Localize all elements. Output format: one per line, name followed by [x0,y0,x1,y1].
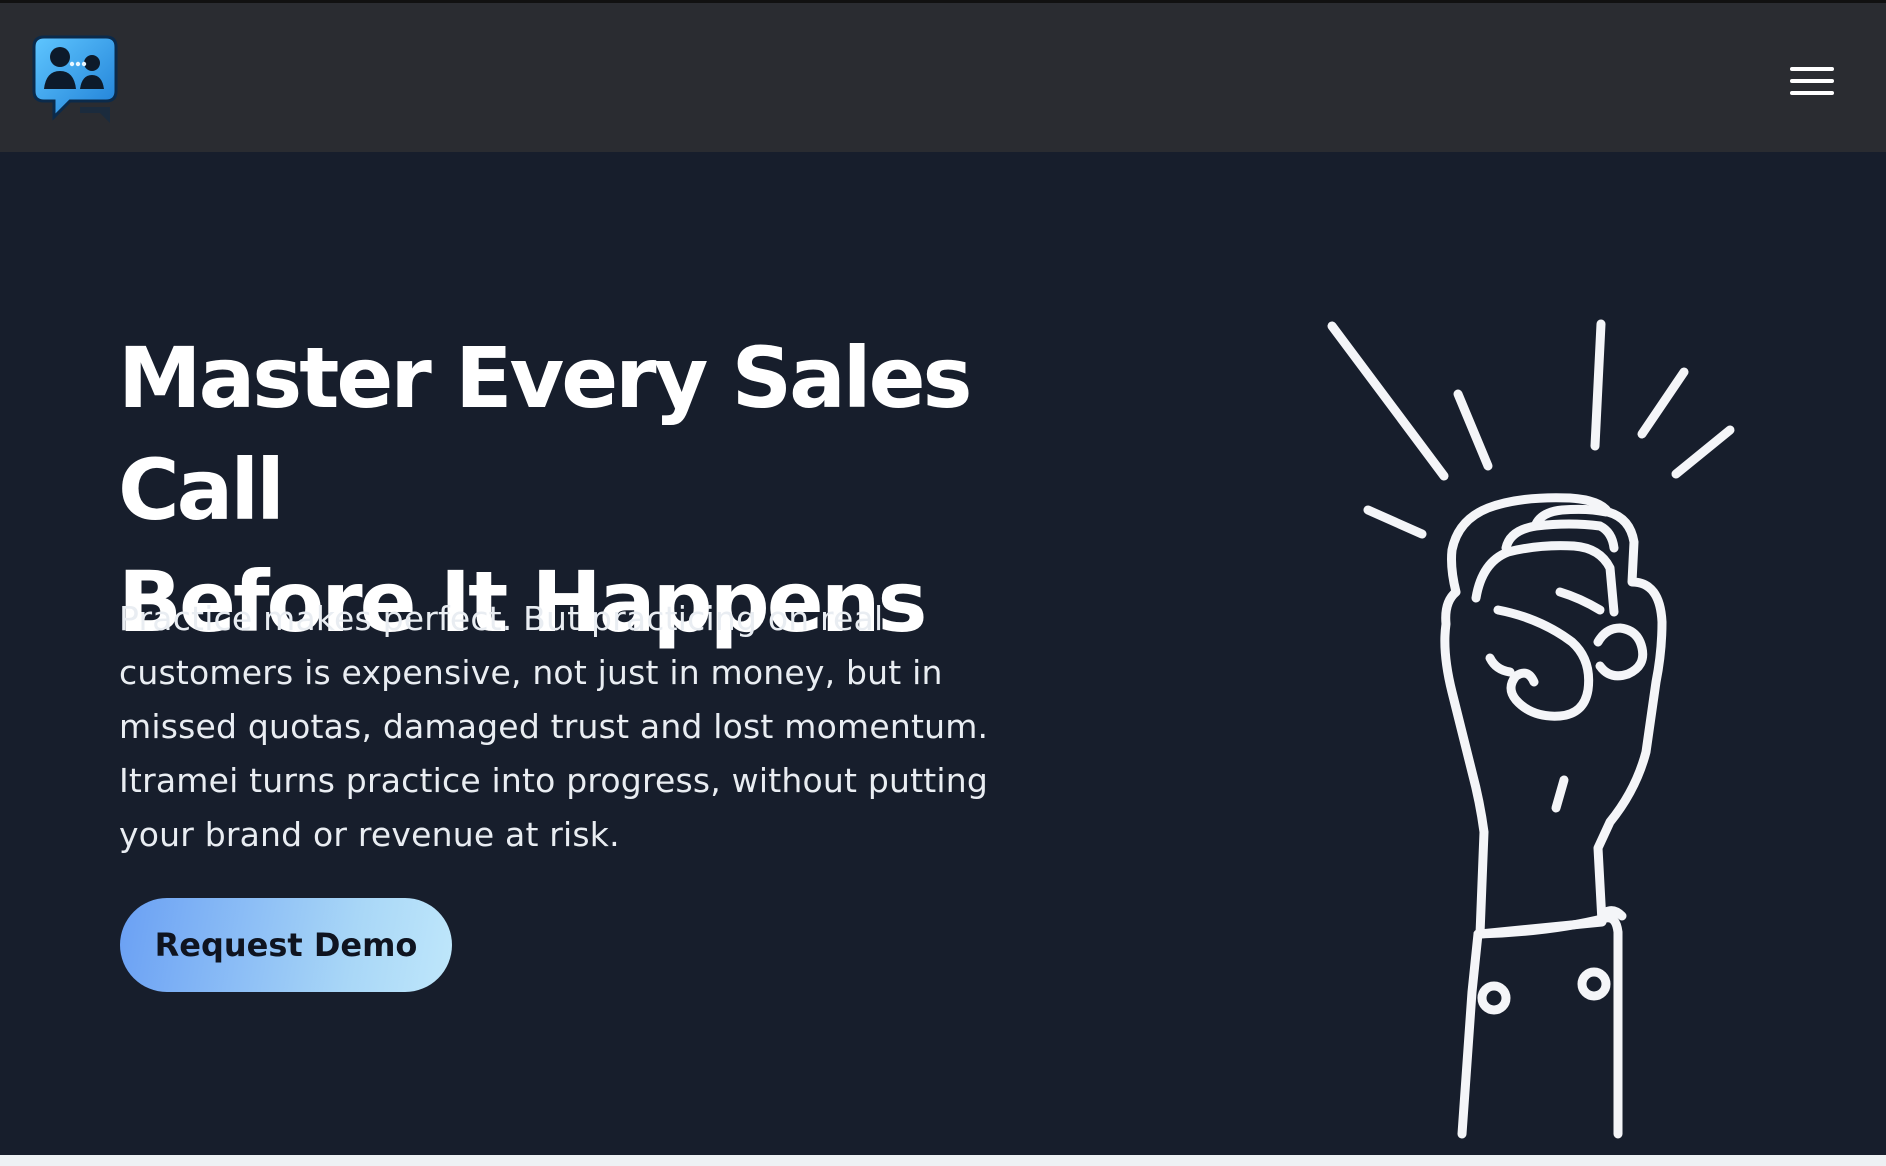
hero-section: Master Every Sales Call Before It Happen… [0,152,1886,1155]
hero-description: Practice makes perfect. But practicing o… [119,599,989,854]
raised-fist-icon [1327,319,1735,1139]
menu-line [1790,67,1834,71]
request-demo-button[interactable]: Request Demo [120,898,452,992]
top-navbar [0,0,1886,152]
page: Master Every Sales Call Before It Happen… [0,0,1886,1166]
chat-people-logo-icon[interactable] [30,31,120,127]
hamburger-menu-icon[interactable] [1790,65,1834,97]
menu-line [1790,91,1834,95]
page-bottom-strip [0,1155,1886,1166]
menu-line [1790,79,1834,83]
hero-title-line-1: Master Every Sales Call [118,329,973,539]
